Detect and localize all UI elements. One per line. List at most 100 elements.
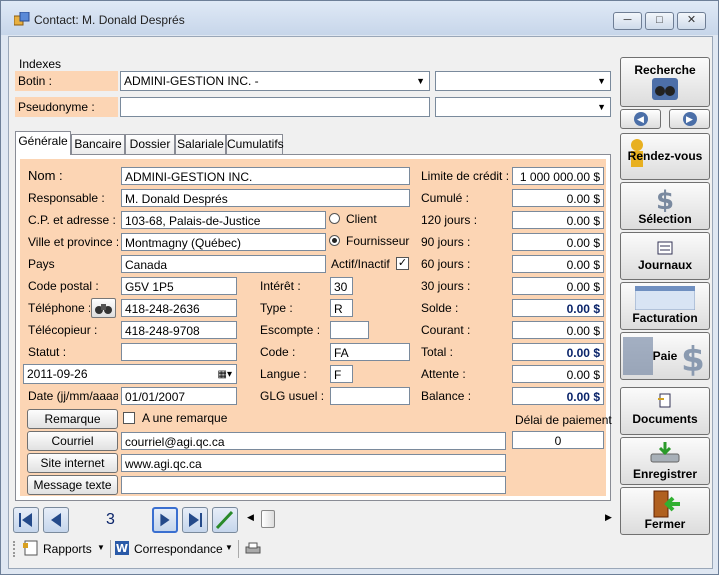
type-input[interactable]: R xyxy=(330,299,353,317)
scroll-thumb[interactable] xyxy=(261,510,275,528)
telecopieur-input[interactable]: 418-248-9708 xyxy=(121,321,237,339)
chevron-down-icon: ▼ xyxy=(597,76,606,86)
date-input[interactable]: 01/01/2007 xyxy=(121,387,237,405)
tab-bancaire[interactable]: Bancaire xyxy=(71,134,125,154)
previous-button[interactable] xyxy=(43,507,69,533)
facturation-button[interactable]: Facturation xyxy=(620,282,710,330)
interet-input[interactable]: 30 xyxy=(330,277,353,295)
balance-input[interactable]: 0.00 $ xyxy=(512,387,604,405)
next-button[interactable] xyxy=(152,507,178,533)
solde-input[interactable]: 0.00 $ xyxy=(512,299,604,317)
rendez-vous-button[interactable]: Rendez-vous xyxy=(620,133,710,180)
delai-label: Délai de paiement xyxy=(515,413,612,427)
rendez-vous-label: Rendez-vous xyxy=(627,149,703,163)
code-input[interactable]: FA xyxy=(330,343,410,361)
limite-input[interactable]: 1 000 000.00 $ xyxy=(512,167,604,185)
total-input[interactable]: 0.00 $ xyxy=(512,343,604,361)
fermer-button[interactable]: Fermer xyxy=(620,487,710,535)
ville-input[interactable]: Montmagny (Québec) xyxy=(121,233,326,251)
binoculars-icon xyxy=(652,78,678,100)
fournisseur-radio[interactable] xyxy=(329,235,340,246)
bottom-toolbar: Rapports ▼ W Correspondance ▼ xyxy=(9,537,269,561)
cp-label: C.P. et adresse : xyxy=(25,210,118,230)
j90-input[interactable]: 0.00 $ xyxy=(512,233,604,251)
close-button[interactable]: ✕ xyxy=(677,12,706,30)
horizontal-scrollbar[interactable]: ◀ ▶ xyxy=(245,510,613,528)
arrow-left-circle-icon: ◀ xyxy=(633,112,648,126)
edit-button[interactable] xyxy=(212,507,238,533)
tab-salariale[interactable]: Salariale xyxy=(175,134,226,154)
limite-label: Limite de crédit : xyxy=(418,166,511,186)
maximize-button[interactable]: □ xyxy=(645,12,674,30)
correspondance-dropdown[interactable]: W Correspondance ▼ xyxy=(114,539,234,559)
botin-select[interactable]: ADMINI-GESTION INC. - ▼ xyxy=(120,71,430,91)
indexes-legend: Indexes xyxy=(19,57,62,71)
toolbar-separator xyxy=(110,540,111,558)
cp-input[interactable]: 103-68, Palais-de-Justice xyxy=(121,211,326,229)
pays-input[interactable]: Canada xyxy=(121,255,326,273)
recherche-button[interactable]: Recherche xyxy=(620,57,710,107)
courriel-input[interactable]: courriel@agi.qc.ca xyxy=(121,432,506,450)
date-picker[interactable]: 2011-09-26 ▦▾ xyxy=(23,364,237,384)
dial-button[interactable] xyxy=(91,298,116,318)
une-remarque-checkbox[interactable] xyxy=(123,412,135,424)
responsable-input[interactable]: M. Donald Després xyxy=(121,189,410,207)
j60-input[interactable]: 0.00 $ xyxy=(512,255,604,273)
delai-input[interactable]: 0 xyxy=(512,431,604,449)
site-input[interactable]: www.agi.qc.ca xyxy=(121,454,506,472)
remarque-button[interactable]: Remarque xyxy=(27,409,118,429)
actif-checkbox[interactable]: ✓ xyxy=(396,257,409,270)
scroll-left-icon: ◀ xyxy=(247,512,254,522)
message-input[interactable] xyxy=(121,476,506,494)
message-button[interactable]: Message texte xyxy=(27,475,118,495)
minimize-button[interactable]: ─ xyxy=(613,12,642,30)
code-postal-input[interactable]: G5V 1P5 xyxy=(121,277,237,295)
statut-input[interactable] xyxy=(121,343,237,361)
arrow-right-icon xyxy=(160,513,170,527)
last-record-button[interactable] xyxy=(182,507,208,533)
pseudonyme-input[interactable] xyxy=(120,97,430,117)
previous-record-button[interactable]: ◀ xyxy=(620,109,661,129)
ville-label: Ville et province : xyxy=(25,232,118,252)
paie-button[interactable]: $ Paie xyxy=(620,332,710,380)
pseudonyme-select-2[interactable]: ▼ xyxy=(435,97,611,117)
selection-button[interactable]: $ Sélection xyxy=(620,182,710,230)
documents-label: Documents xyxy=(632,412,698,426)
journal-icon xyxy=(657,241,673,255)
botin-select-2[interactable]: ▼ xyxy=(435,71,611,91)
j30-input[interactable]: 0.00 $ xyxy=(512,277,604,295)
courant-input[interactable]: 0.00 $ xyxy=(512,321,604,339)
attente-input[interactable]: 0.00 $ xyxy=(512,365,604,383)
print-button[interactable] xyxy=(244,540,262,558)
langue-input[interactable]: F xyxy=(330,365,353,383)
report-icon xyxy=(23,540,38,556)
app-icon xyxy=(14,12,30,26)
telephone-label: Téléphone : xyxy=(25,298,90,318)
journaux-label: Journaux xyxy=(637,258,692,272)
escompte-input[interactable] xyxy=(330,321,369,339)
j120-input[interactable]: 0.00 $ xyxy=(512,211,604,229)
pseudonyme-label: Pseudonyme : xyxy=(15,97,118,117)
journaux-button[interactable]: Journaux xyxy=(620,232,710,280)
printer-icon xyxy=(245,542,261,554)
rapports-dropdown[interactable]: Rapports ▼ xyxy=(23,539,107,559)
enregistrer-button[interactable]: Enregistrer xyxy=(620,437,710,485)
rapports-label: Rapports xyxy=(43,542,92,556)
balance-label: Balance : xyxy=(418,386,511,406)
documents-button[interactable]: Documents xyxy=(620,387,710,435)
client-radio[interactable] xyxy=(329,213,340,224)
first-record-button[interactable] xyxy=(13,507,39,533)
nom-input[interactable]: ADMINI-GESTION INC. xyxy=(121,167,410,185)
telephone-input[interactable]: 418-248-2636 xyxy=(121,299,237,317)
tab-generale[interactable]: Générale xyxy=(15,131,71,155)
site-button[interactable]: Site internet xyxy=(27,453,118,473)
tab-cumulatifs[interactable]: Cumulatifs xyxy=(226,134,284,154)
cumule-input[interactable]: 0.00 $ xyxy=(512,189,604,207)
next-record-button[interactable]: ▶ xyxy=(669,109,710,129)
responsable-label: Responsable : xyxy=(25,188,118,208)
paie-label: Paie xyxy=(652,349,678,363)
glg-input[interactable] xyxy=(330,387,410,405)
j60-label: 60 jours : xyxy=(418,254,511,274)
tab-dossier[interactable]: Dossier xyxy=(125,134,175,154)
courriel-button[interactable]: Courriel xyxy=(27,431,118,451)
